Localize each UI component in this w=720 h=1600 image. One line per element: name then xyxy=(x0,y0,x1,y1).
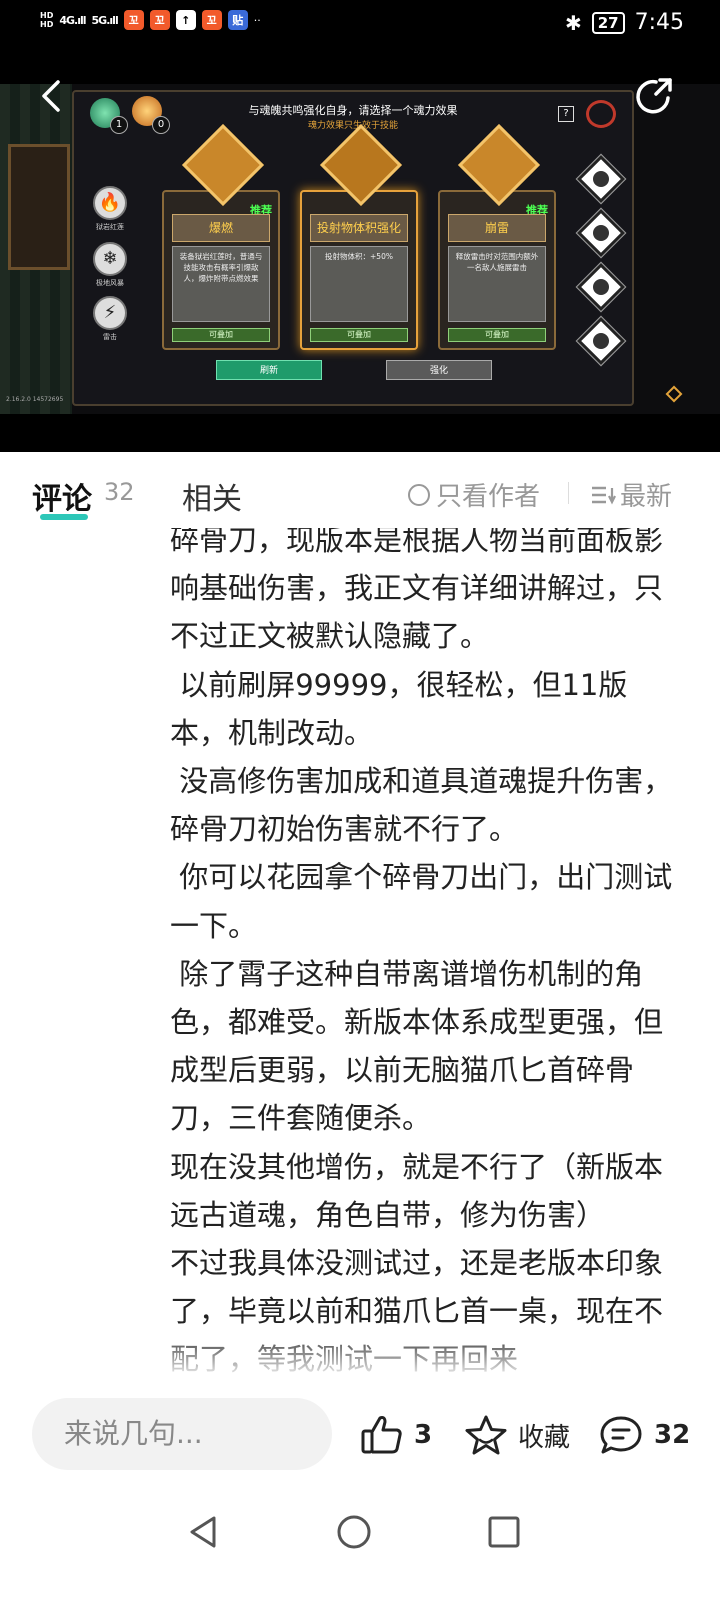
nav-back-button[interactable] xyxy=(184,1512,224,1552)
card-emblem-icon xyxy=(457,123,541,207)
card-description: 释放雷击时对范围内额外一名敌人施展雷击 xyxy=(448,246,546,322)
card-description: 投射物体积：+50% xyxy=(310,246,408,322)
skill-label: 极地风暴 xyxy=(96,279,124,287)
favorite-button[interactable]: 收藏 xyxy=(464,1414,570,1456)
card-title: 崩雷 xyxy=(448,214,546,242)
nav-home-button[interactable] xyxy=(334,1512,374,1552)
game-version: 2.16.2.0 14572695 xyxy=(6,396,64,403)
share-icon xyxy=(636,78,672,114)
comments-count: 32 xyxy=(104,478,135,506)
soul-slot-icon xyxy=(575,207,627,259)
comments-button[interactable]: 32 xyxy=(598,1414,690,1456)
game-screenshot: 与魂魄共鸣强化自身，请选择一个魂力效果 魂力效果只生效于技能 ? 1 0 🔥 狱… xyxy=(0,84,720,414)
skill-label: 雷击 xyxy=(103,333,117,341)
flame-icon: 🔥 xyxy=(93,186,127,220)
snowflake-icon: ❄ xyxy=(93,242,127,276)
card-stackable: 可叠加 xyxy=(310,328,408,342)
star-icon xyxy=(465,1415,507,1455)
upload-icon: ↑ xyxy=(175,10,196,30)
app-notification-icon: 꼬 xyxy=(149,10,170,30)
skill-slot: ❄ 极地风暴 xyxy=(92,242,128,288)
like-count: 3 xyxy=(414,1420,433,1450)
share-button[interactable] xyxy=(632,74,676,118)
card-title: 爆燃 xyxy=(172,214,270,242)
card-title: 投射物体积强化 xyxy=(310,214,408,242)
comment-tabs: 评论 32 相关 只看作者 最新 xyxy=(0,452,720,528)
card-description: 装备狱岩红莲时，普通与技能攻击有概率引爆敌人，爆炸附带点燃效果 xyxy=(172,246,270,322)
bottom-action-bar: 来说几句... 3 收藏 32 xyxy=(0,1378,720,1490)
active-tab-indicator xyxy=(40,514,88,520)
chat-bubble-icon xyxy=(600,1416,642,1454)
soul-slot-icon xyxy=(575,315,627,367)
system-navigation-bar xyxy=(0,1490,720,1600)
signal-4g: 4G.ıll xyxy=(59,13,86,27)
card-stackable: 可叠加 xyxy=(448,328,546,342)
comment-input[interactable]: 来说几句... xyxy=(32,1398,332,1470)
favorite-label: 收藏 xyxy=(518,1422,571,1453)
soul-power-panel: 与魂魄共鸣强化自身，请选择一个魂力效果 魂力效果只生效于技能 ? 1 0 🔥 狱… xyxy=(72,90,683,406)
green-orb-count: 1 xyxy=(110,116,128,134)
sort-icon xyxy=(592,486,616,504)
soul-card: 推荐 爆燃 装备狱岩红莲时，普通与技能攻击有概率引爆敌人，爆炸附带点燃效果 可叠… xyxy=(162,123,280,350)
lightning-icon: ⚡ xyxy=(93,296,127,330)
media-viewer: HD HD 4G.ıll 5G.ıll 꼬 꼬 ↑ 꼬 贴 ·· ✱ 27 7:4… xyxy=(0,0,720,452)
signal-5g: 5G.ıll xyxy=(91,13,119,27)
author-only-label: 只看作者 xyxy=(436,482,541,512)
game-background-wall xyxy=(0,84,72,414)
soul-slot-icon xyxy=(575,261,627,313)
divider xyxy=(568,482,569,504)
soul-card-selected: 投射物体积强化 投射物体积：+50% 可叠加 xyxy=(300,123,418,350)
triangle-back-icon xyxy=(190,1516,216,1548)
card-emblem-icon xyxy=(181,123,265,207)
card-stackable: 可叠加 xyxy=(172,328,270,342)
skill-label: 狱岩红莲 xyxy=(96,223,124,231)
skill-slot: 🔥 狱岩红莲 xyxy=(92,186,128,232)
author-only-toggle[interactable]: 只看作者 xyxy=(408,476,540,513)
square-recents-icon xyxy=(488,1516,520,1548)
soul-slot-icon xyxy=(575,153,627,205)
status-left: HD HD 4G.ıll 5G.ıll 꼬 꼬 ↑ 꼬 贴 ·· xyxy=(40,10,261,30)
comment-text: 碎骨刀，现版本是根据人物当前面板影响基础伤害，我正文有详细讲解过，只不过正文被默… xyxy=(170,528,673,1376)
thumbs-up-icon xyxy=(361,1416,402,1454)
help-icon: ? xyxy=(558,106,574,122)
chevron-left-icon xyxy=(42,80,60,112)
soul-card: 推荐 崩雷 释放雷击时对范围内额外一名敌人施展雷击 可叠加 xyxy=(438,123,556,350)
nav-recents-button[interactable] xyxy=(484,1512,524,1552)
skill-slot: ⚡ 雷击 xyxy=(92,296,128,342)
orange-orb-count: 0 xyxy=(152,116,170,134)
tieba-icon: 贴 xyxy=(227,10,248,30)
radio-circle-icon xyxy=(408,483,430,506)
diamond-marker-icon xyxy=(665,385,683,403)
game-strengthen-button: 强化 xyxy=(386,360,492,380)
app-notification-icon: 꼬 xyxy=(201,10,222,30)
clock: 7:45 xyxy=(634,10,684,35)
battery-icon: 27 xyxy=(591,11,625,34)
more-notifications: ·· xyxy=(253,13,261,27)
hd-indicator: HD HD xyxy=(40,11,54,29)
status-bar: HD HD 4G.ıll 5G.ıll 꼬 꼬 ↑ 꼬 贴 ·· ✱ 27 7:4… xyxy=(0,0,720,50)
tab-related[interactable]: 相关 xyxy=(182,474,242,518)
like-button[interactable]: 3 xyxy=(360,1414,432,1456)
exit-icon xyxy=(586,100,616,128)
bluetooth-icon: ✱ xyxy=(564,10,582,35)
sort-label: 最新 xyxy=(620,482,673,512)
sort-latest-button[interactable]: 最新 xyxy=(590,476,672,513)
app-notification-icon: 꼬 xyxy=(123,10,144,30)
back-button[interactable] xyxy=(38,78,68,114)
screen: HD HD 4G.ıll 5G.ıll 꼬 꼬 ↑ 꼬 贴 ·· ✱ 27 7:4… xyxy=(0,0,720,1600)
game-refresh-button: 刷新 xyxy=(216,360,322,380)
tab-comments[interactable]: 评论 xyxy=(32,474,92,518)
status-right: ✱ 27 7:45 xyxy=(565,10,684,35)
card-emblem-icon xyxy=(319,123,403,207)
comment-body: 碎骨刀，现版本是根据人物当前面板影响基础伤害，我正文有详细讲解过，只不过正文被默… xyxy=(170,528,680,1378)
comment-count: 32 xyxy=(654,1420,691,1450)
scroll-fade xyxy=(0,1330,720,1380)
circle-home-icon xyxy=(337,1515,371,1549)
